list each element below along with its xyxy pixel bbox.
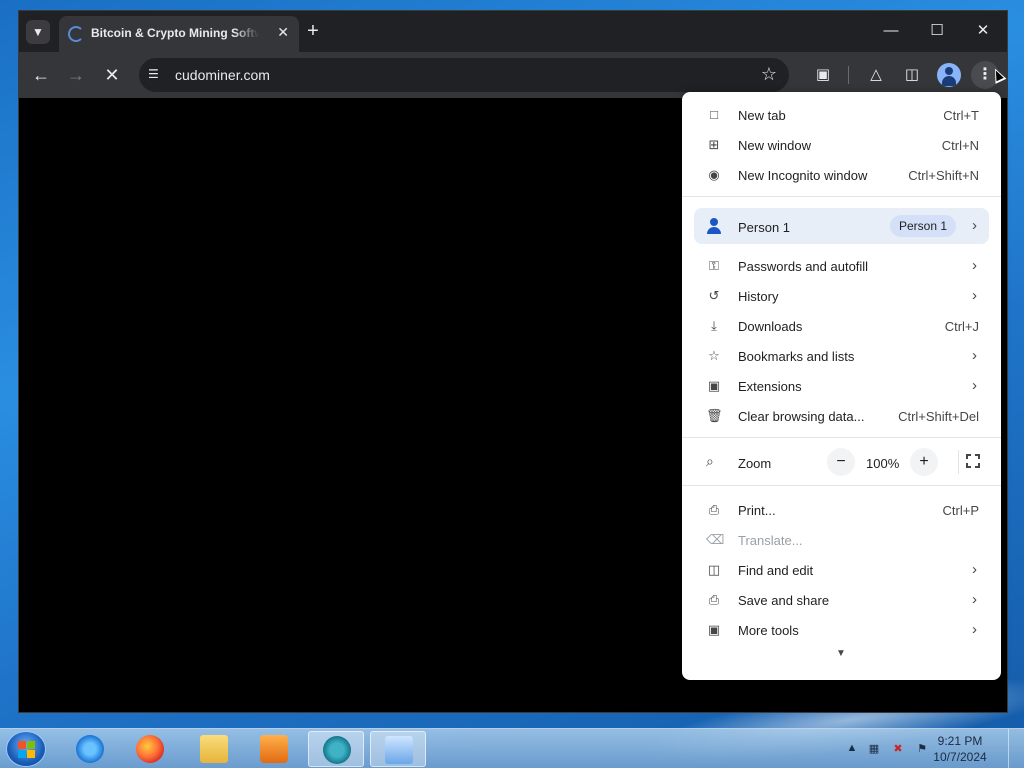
menu-divider <box>682 196 1001 197</box>
stop-loading-button[interactable]: ✕ <box>101 64 123 86</box>
taskbar-internet-explorer[interactable] <box>62 731 118 767</box>
menu-item-more-tools[interactable]: ▣ More tools › <box>682 615 1001 645</box>
tab-strip: ▼ Bitcoin & Crypto Mining Software ✕ + —… <box>19 11 1007 52</box>
taskbar-chrome-app[interactable] <box>308 731 364 767</box>
chevron-right-icon: › <box>972 257 977 274</box>
menu-divider <box>682 437 1001 438</box>
menu-divider <box>682 485 1001 486</box>
menu-item-translate[interactable]: ⌫ Translate... <box>682 525 1001 555</box>
toolbox-icon: ▣ <box>707 622 721 637</box>
active-tab[interactable]: Bitcoin & Crypto Mining Software ✕ <box>59 16 299 52</box>
menu-item-new-tab[interactable]: □ New tab Ctrl+T <box>682 100 1001 130</box>
labs-flask-icon[interactable]: △ <box>865 64 887 86</box>
new-window-icon: ⊞ <box>708 137 720 152</box>
address-bar[interactable]: ☰ cudominer.com ☆ <box>139 58 789 92</box>
start-button[interactable] <box>6 731 46 767</box>
maximize-button[interactable]: ☐ <box>917 19 957 43</box>
system-clock[interactable]: 9:21 PM 10/7/2024 <box>930 733 990 765</box>
show-desktop-button[interactable] <box>1008 729 1024 768</box>
zoom-divider <box>958 450 959 474</box>
history-icon: ↺ <box>708 288 720 303</box>
printer-icon: ⎙ <box>708 502 720 517</box>
zoom-in-button[interactable]: + <box>910 448 938 476</box>
taskbar-media-player[interactable] <box>246 731 302 767</box>
firefox-icon <box>136 735 164 763</box>
show-hidden-icons-icon[interactable]: ▲ <box>844 742 860 756</box>
person-icon <box>706 218 722 234</box>
back-button[interactable]: ← <box>30 64 52 86</box>
zoom-out-button[interactable]: − <box>827 448 855 476</box>
taskbar-file-explorer[interactable] <box>186 731 242 767</box>
zoom-level: 100% <box>866 456 900 471</box>
chevron-right-icon: › <box>972 377 977 394</box>
site-info-icon[interactable]: ☰ <box>148 67 164 83</box>
save-share-icon: ⎙ <box>708 592 720 607</box>
download-icon: ⤓ <box>711 318 717 333</box>
toolbar-divider <box>848 66 849 84</box>
scroll-down-caret-icon[interactable]: ▼ <box>836 648 846 659</box>
tab-title: Bitcoin & Crypto Mining Software <box>91 26 259 40</box>
chevron-right-icon: › <box>972 621 977 638</box>
menu-item-new-incognito-window[interactable]: ◉ New Incognito window Ctrl+Shift+N <box>682 160 1001 190</box>
new-tab-icon: □ <box>710 107 718 122</box>
menu-zoom-row: ⌕ Zoom − 100% + <box>682 447 1001 477</box>
zoom-magnifier-icon: ⌕ <box>706 453 714 469</box>
network-icon[interactable]: ▦ <box>866 742 882 756</box>
tab-search-button[interactable]: ▼ <box>26 20 50 44</box>
clock-date: 10/7/2024 <box>933 750 987 764</box>
incognito-icon: ◉ <box>708 167 720 182</box>
chevron-right-icon: › <box>972 591 977 608</box>
loading-spinner-icon <box>68 26 84 42</box>
menu-item-history[interactable]: ↺ History › <box>682 281 1001 311</box>
menu-item-new-window[interactable]: ⊞ New window Ctrl+N <box>682 130 1001 160</box>
fullscreen-icon[interactable] <box>966 454 980 468</box>
extensions-icon[interactable]: ▣ <box>812 64 834 86</box>
chevron-right-icon: › <box>972 561 977 578</box>
close-tab-icon[interactable]: ✕ <box>277 24 289 41</box>
taskbar-firefox[interactable] <box>122 731 178 767</box>
minimize-button[interactable]: — <box>871 19 911 43</box>
menu-item-save-and-share[interactable]: ⎙ Save and share › <box>682 585 1001 615</box>
forward-button[interactable]: → <box>65 64 87 86</box>
new-tab-button[interactable]: + <box>301 20 325 44</box>
menu-item-extensions[interactable]: ▣ Extensions › <box>682 371 1001 401</box>
profile-chip: Person 1 <box>890 215 957 237</box>
menu-item-clear-browsing-data[interactable]: 🗑 Clear browsing data... Ctrl+Shift+Del <box>682 401 1001 431</box>
profile-avatar[interactable] <box>937 63 961 87</box>
find-icon: ◫ <box>707 562 721 577</box>
windows-logo-icon <box>18 741 36 759</box>
chevron-right-icon: › <box>972 287 977 304</box>
chevron-right-icon: › <box>972 347 977 364</box>
chevron-right-icon: › <box>972 217 977 234</box>
puzzle-icon: ▣ <box>707 378 721 393</box>
star-icon: ☆ <box>708 348 720 363</box>
menu-item-print[interactable]: ⎙ Print... Ctrl+P <box>682 495 1001 525</box>
control-panel-icon <box>385 736 413 764</box>
url-text: cudominer.com <box>175 67 270 83</box>
bookmark-star-icon[interactable]: ☆ <box>761 64 777 85</box>
clock-time: 9:21 PM <box>937 734 983 748</box>
menu-item-find-and-edit[interactable]: ◫ Find and edit › <box>682 555 1001 585</box>
menu-item-bookmarks[interactable]: ☆ Bookmarks and lists › <box>682 341 1001 371</box>
volume-muted-icon[interactable]: ✖ <box>890 742 906 756</box>
menu-item-profile[interactable]: Person 1 Person 1 › <box>694 208 989 244</box>
internet-explorer-icon <box>76 735 104 763</box>
windows-taskbar: ▲ ▦ ✖ ⚑ 9:21 PM 10/7/2024 <box>0 728 1024 768</box>
menu-item-passwords-autofill[interactable]: ⚿ Passwords and autofill › <box>682 251 1001 281</box>
taskbar-control-panel[interactable] <box>370 731 426 767</box>
side-panel-icon[interactable]: ◫ <box>901 64 923 86</box>
key-icon: ⚿ <box>709 258 719 273</box>
media-player-icon <box>260 735 288 763</box>
browser-app-icon <box>323 736 351 764</box>
folder-icon <box>200 735 228 763</box>
menu-item-downloads[interactable]: ⤓ Downloads Ctrl+J <box>682 311 1001 341</box>
trash-icon: 🗑 <box>706 408 723 423</box>
action-center-flag-icon[interactable]: ⚑ <box>914 742 930 756</box>
translate-icon: ⌫ <box>706 532 725 547</box>
chrome-main-menu: □ New tab Ctrl+T ⊞ New window Ctrl+N ◉ N… <box>682 92 1001 680</box>
close-window-button[interactable]: ✕ <box>963 19 1003 43</box>
